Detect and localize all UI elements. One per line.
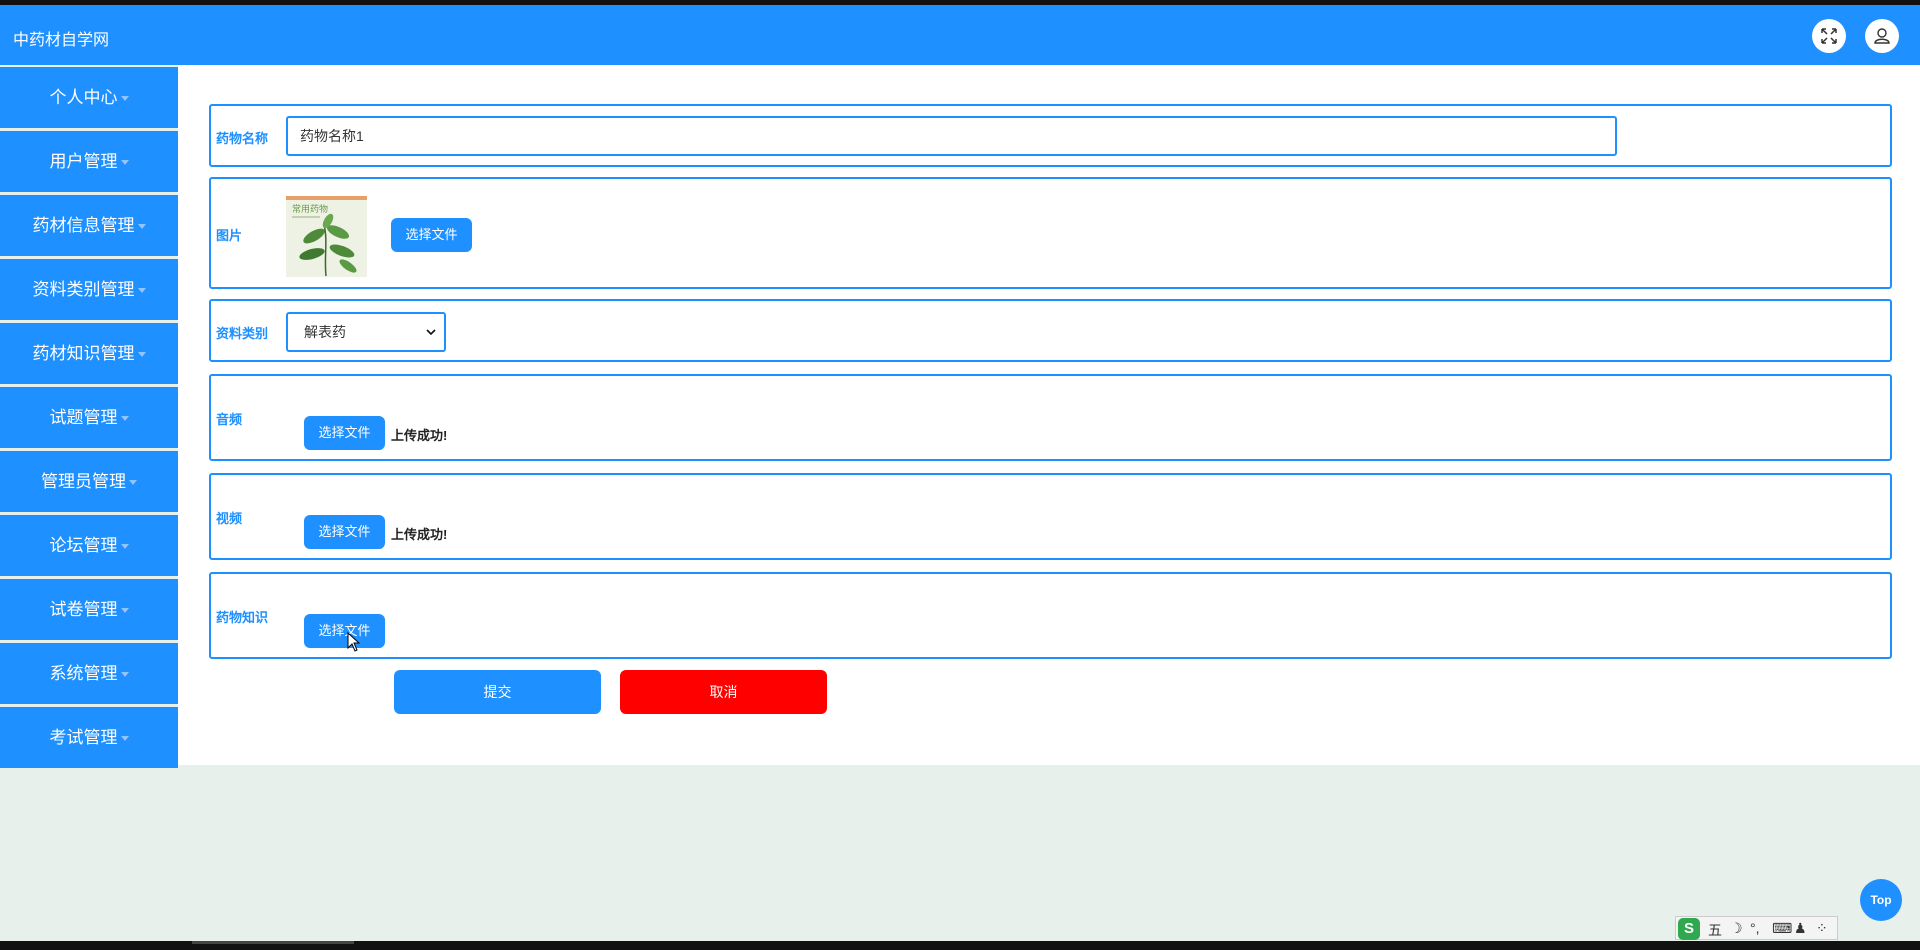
app-title: 中药材自学网 bbox=[13, 32, 110, 49]
form-row-audio: 音频 选择文件 上传成功! bbox=[209, 374, 1892, 461]
sidebar-item-label: 用户管理 bbox=[49, 152, 118, 171]
main-content: 药物名称 图片 常用药物 选择文件 资料类别 解表药 bbox=[178, 65, 1920, 765]
sidebar-item-label: 个人中心 bbox=[49, 88, 118, 107]
image-choose-file-button[interactable]: 选择文件 bbox=[391, 218, 472, 252]
sidebar-item-exam-management[interactable]: 考试管理 bbox=[0, 707, 178, 768]
ime-toolbar: S 五 ☽ °, ⌨ ♟ ⁘ bbox=[1675, 916, 1838, 940]
form-row-image: 图片 常用药物 选择文件 bbox=[209, 177, 1892, 289]
sidebar-item-label: 考试管理 bbox=[49, 728, 118, 747]
caret-down-icon bbox=[120, 96, 129, 102]
caret-down-icon bbox=[120, 544, 129, 550]
sidebar-item-personal-center[interactable]: 个人中心 bbox=[0, 67, 178, 128]
chevron-down-icon bbox=[426, 329, 436, 336]
sidebar-item-herb-info-management[interactable]: 药材信息管理 bbox=[0, 195, 178, 256]
form-row-name: 药物名称 bbox=[209, 104, 1892, 167]
knowledge-choose-file-button[interactable]: 选择文件 bbox=[304, 614, 385, 648]
sidebar-item-label: 试卷管理 bbox=[49, 600, 118, 619]
cancel-button[interactable]: 取消 bbox=[620, 670, 827, 714]
sidebar-item-admin-management[interactable]: 管理员管理 bbox=[0, 451, 178, 512]
sidebar: 个人中心 用户管理 药材信息管理 资料类别管理 药材知识管理 试题管理 管理员管… bbox=[0, 67, 178, 771]
sidebar-item-label: 资料类别管理 bbox=[32, 280, 135, 299]
submit-button[interactable]: 提交 bbox=[394, 670, 601, 714]
fullscreen-button[interactable] bbox=[1812, 19, 1846, 53]
name-label: 药物名称 bbox=[216, 131, 269, 146]
sidebar-item-forum-management[interactable]: 论坛管理 bbox=[0, 515, 178, 576]
ime-punctuation-icon[interactable]: °, bbox=[1750, 920, 1760, 936]
sidebar-item-paper-management[interactable]: 试卷管理 bbox=[0, 579, 178, 640]
caret-down-icon bbox=[120, 416, 129, 422]
video-choose-file-button[interactable]: 选择文件 bbox=[304, 515, 385, 549]
form-row-video: 视频 选择文件 上传成功! bbox=[209, 473, 1892, 560]
sogou-logo-icon: S bbox=[1678, 918, 1700, 940]
sidebar-item-label: 系统管理 bbox=[49, 664, 118, 683]
caret-down-icon bbox=[120, 672, 129, 678]
caret-down-icon bbox=[137, 352, 146, 358]
back-to-top-button[interactable]: Top bbox=[1860, 879, 1902, 921]
caret-down-icon bbox=[137, 288, 146, 294]
form-row-category: 资料类别 解表药 bbox=[209, 299, 1892, 362]
sidebar-item-label: 药材信息管理 bbox=[32, 216, 135, 235]
image-thumbnail: 常用药物 bbox=[286, 196, 367, 277]
audio-upload-status: 上传成功! bbox=[391, 428, 448, 443]
caret-down-icon bbox=[120, 608, 129, 614]
top-header: 中药材自学网 bbox=[0, 5, 1920, 65]
ime-moon-icon[interactable]: ☽ bbox=[1730, 920, 1743, 937]
audio-choose-file-button[interactable]: 选择文件 bbox=[304, 416, 385, 450]
audio-label: 音频 bbox=[216, 412, 243, 427]
category-selected-value: 解表药 bbox=[304, 324, 346, 340]
sidebar-item-label: 药材知识管理 bbox=[32, 344, 135, 363]
fullscreen-icon bbox=[1821, 28, 1837, 44]
caret-down-icon bbox=[120, 160, 129, 166]
sidebar-item-knowledge-management[interactable]: 药材知识管理 bbox=[0, 323, 178, 384]
taskbar-indicator bbox=[192, 941, 354, 944]
video-upload-status: 上传成功! bbox=[391, 527, 448, 542]
sidebar-item-label: 论坛管理 bbox=[49, 536, 118, 555]
sidebar-item-question-management[interactable]: 试题管理 bbox=[0, 387, 178, 448]
sidebar-item-label: 管理员管理 bbox=[41, 472, 126, 491]
ime-grid-icon[interactable]: ⁘ bbox=[1816, 920, 1828, 937]
user-button[interactable] bbox=[1865, 19, 1899, 53]
sidebar-item-label: 试题管理 bbox=[49, 408, 118, 427]
herb-book-cover-image: 常用药物 bbox=[286, 196, 367, 277]
video-label: 视频 bbox=[216, 511, 243, 526]
category-select[interactable]: 解表药 bbox=[286, 312, 446, 352]
form-row-knowledge: 药物知识 选择文件 bbox=[209, 572, 1892, 659]
knowledge-label: 药物知识 bbox=[216, 610, 269, 625]
caret-down-icon bbox=[120, 736, 129, 742]
ime-mode-indicator[interactable]: 五 bbox=[1708, 920, 1722, 940]
caret-down-icon bbox=[137, 224, 146, 230]
image-label: 图片 bbox=[216, 228, 243, 243]
name-input[interactable] bbox=[286, 116, 1617, 156]
svg-text:常用药物: 常用药物 bbox=[292, 203, 328, 215]
user-icon bbox=[1874, 28, 1890, 44]
mouse-cursor-icon bbox=[347, 632, 361, 652]
ime-user-icon[interactable]: ♟ bbox=[1794, 920, 1807, 937]
sidebar-item-category-management[interactable]: 资料类别管理 bbox=[0, 259, 178, 320]
ime-keyboard-icon[interactable]: ⌨ bbox=[1772, 920, 1792, 937]
caret-down-icon bbox=[129, 480, 137, 486]
category-label: 资料类别 bbox=[216, 326, 269, 341]
sidebar-item-user-management[interactable]: 用户管理 bbox=[0, 131, 178, 192]
sidebar-item-system-management[interactable]: 系统管理 bbox=[0, 643, 178, 704]
